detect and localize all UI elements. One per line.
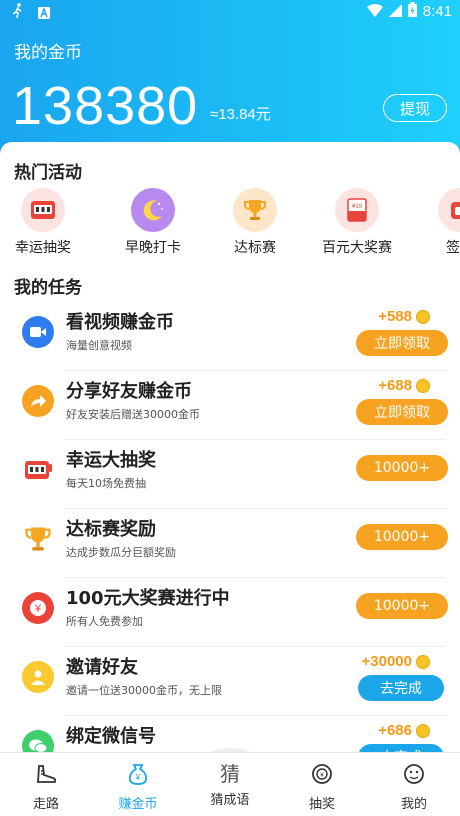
reward-amount: +30000 (361, 653, 412, 670)
activity-label: 百元大奖赛 (322, 240, 392, 256)
invite-user-icon (22, 661, 54, 693)
task-subtitle: 每天10场免费抽 (66, 477, 146, 490)
trophy-icon (22, 523, 54, 555)
activity-label: 早晚打卡 (125, 240, 181, 256)
task-watch-video: 看视频赚金币 海量创意视频 +588 立即领取 (0, 302, 460, 371)
task-share-friends: 分享好友赚金币 好友安装后赠送30000金币 +688 立即领取 (0, 371, 460, 440)
task-lucky-draw: 幸运大抽奖 每天10场免费抽 10000+ (0, 440, 460, 509)
claim-button[interactable]: 立即领取 (356, 330, 448, 356)
coin-icon (416, 654, 430, 669)
task-grand-prize: ¥ 100元大奖赛进行中 所有人免费参加 10000+ (0, 578, 460, 647)
activity-sign-in[interactable]: 签到 (415, 188, 460, 257)
slot-machine-icon (22, 454, 54, 486)
tab-label: 我的 (400, 797, 427, 812)
my-tasks-title: 我的任务 (14, 278, 82, 298)
task-title: 绑定微信号 (66, 726, 156, 747)
moon-icon (131, 188, 175, 232)
task-title: 邀请好友 (66, 657, 138, 678)
tab-label: 抽奖 (308, 797, 335, 812)
money-bag-icon: ¥ (126, 763, 150, 789)
coin-balance: 138380 (12, 76, 199, 136)
share-arrow-icon (22, 385, 54, 417)
clock-time: 8:41 (422, 3, 452, 20)
task-title: 分享好友赚金币 (66, 381, 192, 402)
smiley-face-icon (402, 763, 426, 789)
activity-lucky-draw[interactable]: 幸运抽奖 (0, 188, 88, 257)
calendar-icon (438, 188, 460, 232)
tab-mine[interactable]: 我的 (368, 763, 460, 812)
task-reward: +30000 (362, 653, 430, 670)
complete-button[interactable]: 去完成 (358, 675, 444, 701)
hot-activities-row: 幸运抽奖 早晚打卡 达标赛 ¥10 百元大奖赛 签到 (0, 188, 460, 260)
content-card: 热门活动 幸运抽奖 早晚打卡 达标赛 ¥10 百元大奖赛 签 我的任务 看视频赚… (0, 142, 460, 762)
activity-checkin[interactable]: 早晚打卡 (108, 188, 198, 257)
tab-earn-coins[interactable]: ¥ 赚金币 (92, 763, 184, 812)
task-title: 看视频赚金币 (66, 312, 174, 333)
cash-equivalent: ≈13.84元 (210, 106, 271, 123)
activity-label: 达标赛 (234, 240, 276, 256)
task-contest-reward: 达标赛奖励 达成步数瓜分巨额奖励 10000+ (0, 509, 460, 578)
status-bar: 8:41 (0, 0, 460, 24)
tab-lottery[interactable]: ¥ 抽奖 (276, 763, 368, 812)
task-subtitle: 海量创意视频 (66, 339, 132, 352)
tab-walk[interactable]: 走路 (0, 763, 92, 812)
reward-button[interactable]: 10000+ (356, 524, 448, 550)
yen-coin-icon: ¥ (22, 592, 54, 624)
svg-text:¥10: ¥10 (352, 204, 363, 210)
task-reward: +686 (378, 722, 430, 739)
task-reward: +688 (378, 377, 430, 394)
tab-label: 猜成语 (210, 793, 250, 808)
walking-shoe-icon (34, 763, 58, 789)
task-subtitle: 好友安装后赠送30000金币 (66, 408, 200, 421)
coin-icon (416, 723, 430, 738)
activity-label: 幸运抽奖 (15, 240, 71, 256)
tab-guess-idiom[interactable]: 猜 猜成语 (184, 763, 276, 808)
reward-amount: +686 (378, 722, 412, 739)
signal-icon (388, 3, 402, 21)
task-subtitle: 所有人免费参加 (66, 615, 143, 628)
tab-label: 赚金币 (118, 797, 158, 812)
coin-icon (416, 309, 430, 324)
task-subtitle: 达成步数瓜分巨额奖励 (66, 546, 176, 559)
reward-amount: +588 (378, 308, 412, 325)
guess-character-icon: 猜 (220, 762, 240, 786)
reward-button[interactable]: 10000+ (356, 455, 448, 481)
activity-label: 签到 (446, 240, 460, 256)
svg-text:¥: ¥ (135, 773, 141, 782)
activity-contest[interactable]: 达标赛 (210, 188, 300, 257)
svg-text:¥: ¥ (34, 603, 42, 615)
task-title: 100元大奖赛进行中 (66, 588, 230, 609)
walking-status-icon (12, 3, 24, 23)
task-subtitle: 邀请一位送30000金币，无上限 (66, 684, 222, 697)
coin-icon (416, 378, 430, 393)
activity-grand-prize[interactable]: ¥10 百元大奖赛 (312, 188, 402, 257)
tab-label: 走路 (32, 797, 59, 812)
reward-amount: +688 (378, 377, 412, 394)
red-envelope-icon: ¥10 (335, 188, 379, 232)
wifi-icon (366, 3, 383, 21)
task-title: 达标赛奖励 (66, 519, 156, 540)
trophy-icon (233, 188, 277, 232)
hot-activities-title: 热门活动 (14, 163, 82, 183)
battery-icon (407, 2, 417, 21)
page-title: 我的金币 (14, 43, 82, 63)
slot-machine-icon (21, 188, 65, 232)
bottom-tab-bar: 走路 ¥ 赚金币 猜 猜成语 ¥ 抽奖 我的 (0, 752, 460, 816)
task-reward: +588 (378, 308, 430, 325)
task-title: 幸运大抽奖 (66, 450, 156, 471)
lottery-icon: ¥ (310, 763, 334, 789)
reward-button[interactable]: 10000+ (356, 593, 448, 619)
withdraw-button[interactable]: 提现 (383, 94, 447, 122)
claim-button[interactable]: 立即领取 (356, 399, 448, 425)
notification-a-icon (38, 4, 50, 23)
video-camera-icon (22, 316, 54, 348)
task-invite-friends: 邀请好友 邀请一位送30000金币，无上限 +30000 去完成 (0, 647, 460, 716)
